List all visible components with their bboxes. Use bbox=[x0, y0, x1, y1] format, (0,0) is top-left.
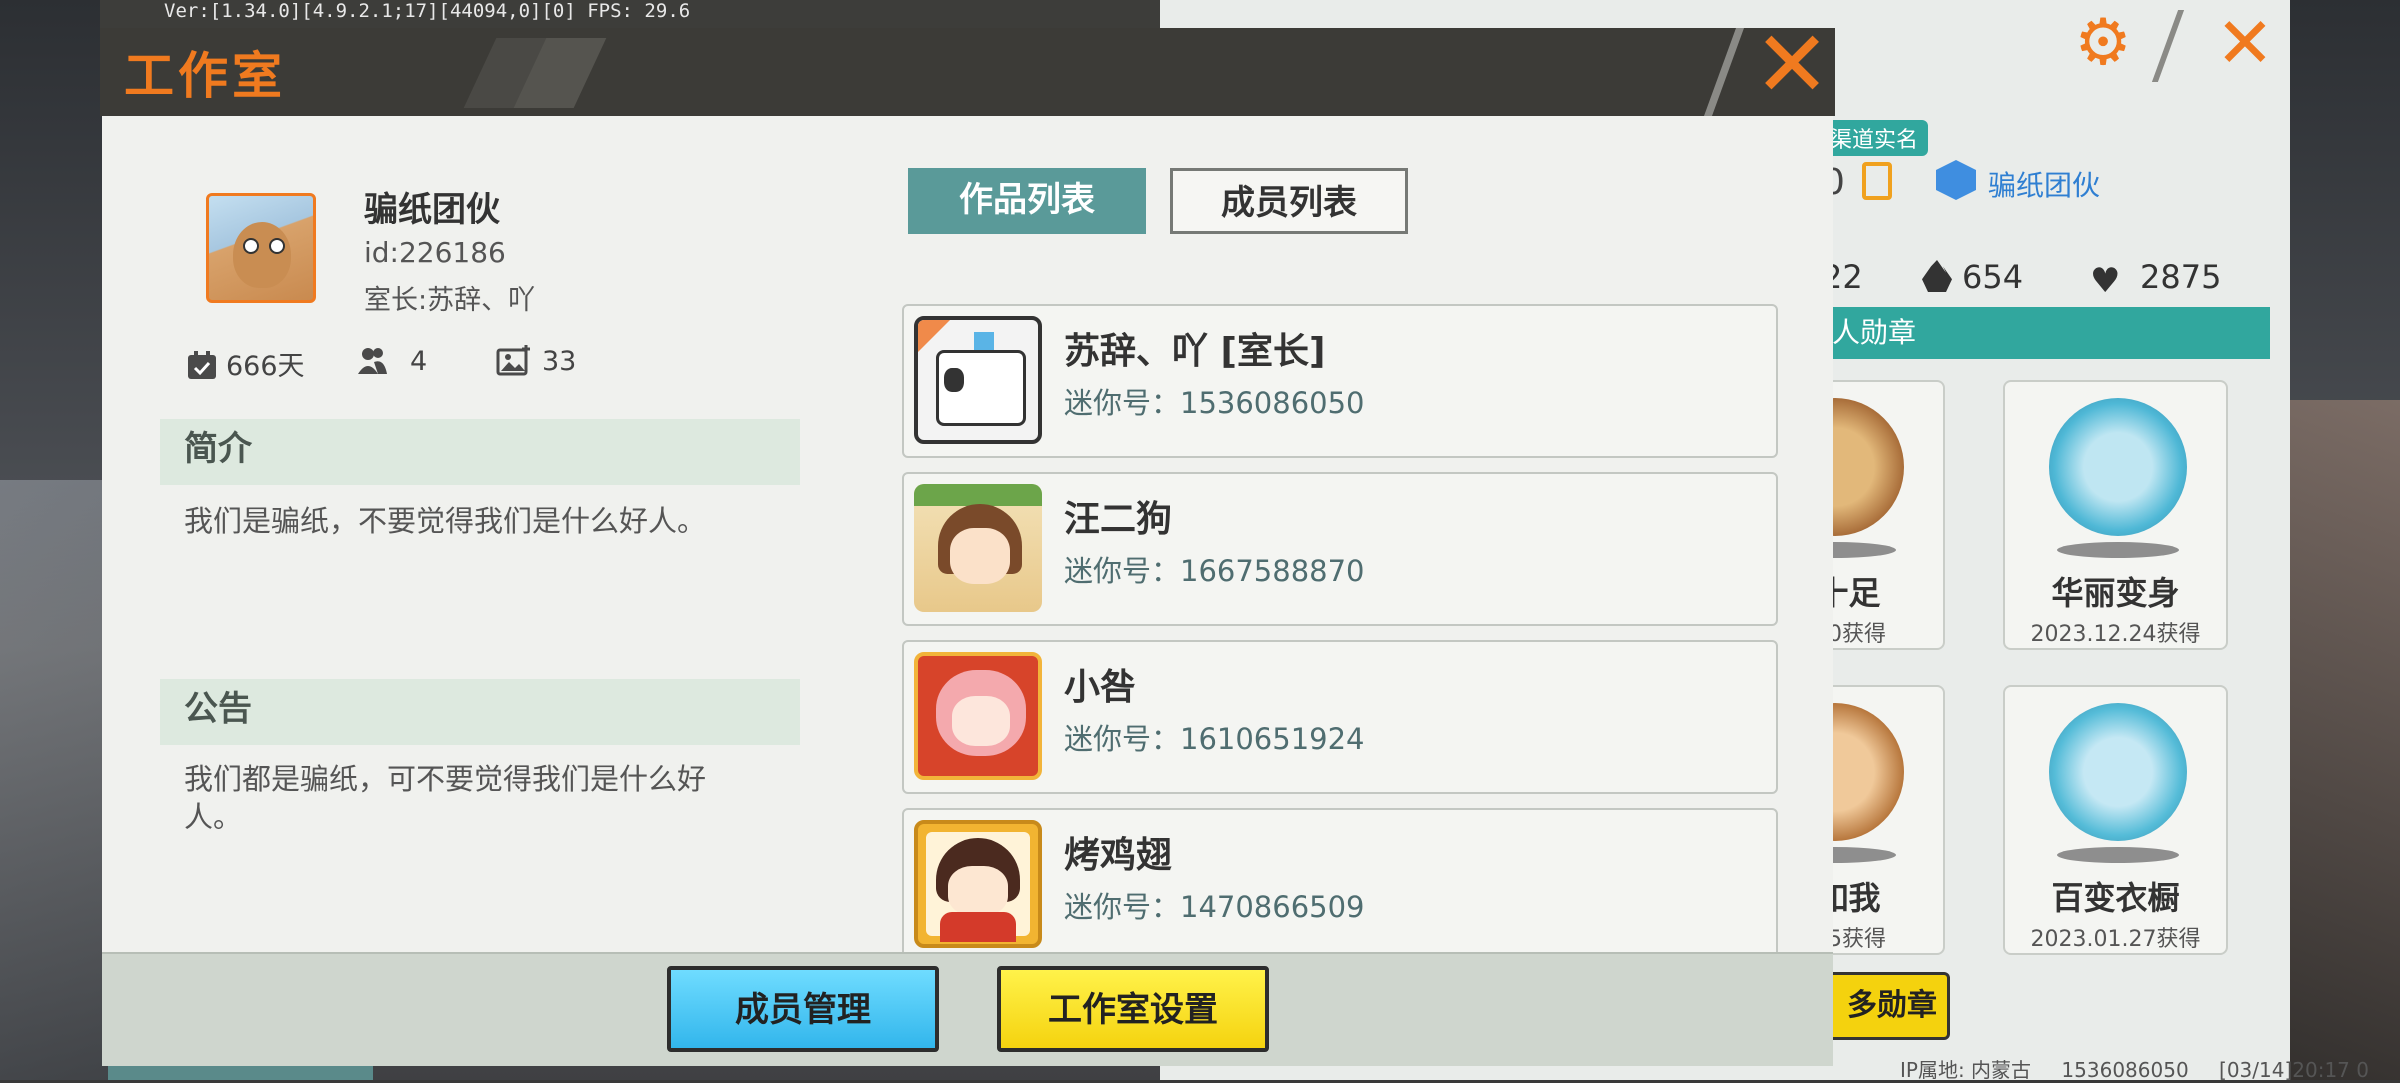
member-manage-button[interactable]: 成员管理 bbox=[667, 966, 939, 1052]
medal-date: 2023.12.24获得 bbox=[2030, 622, 2201, 647]
member-mini-id: 迷你号：1470866509 bbox=[1064, 890, 1365, 924]
profile-footer: IP属地: 内蒙古 1536086050 [03/14]20:17 0 bbox=[1900, 1054, 2393, 1083]
ip-location: IP属地: 内蒙古 bbox=[1900, 1058, 2032, 1082]
stat-days: 666天 bbox=[186, 344, 305, 383]
hearts-icon: ♥ bbox=[2090, 261, 2121, 301]
member-mini-id: 迷你号：1667588870 bbox=[1064, 554, 1365, 588]
realname-badge: 渠道实名 bbox=[1820, 120, 1929, 156]
team-leader: 室长:苏辞、吖 bbox=[364, 285, 536, 316]
footer-id: 1536086050 bbox=[2061, 1058, 2189, 1082]
team-avatar bbox=[206, 193, 316, 303]
dialog-titlebar: 工作室 ✕ bbox=[100, 19, 1835, 116]
member-name: 烤鸡翅 bbox=[1064, 835, 1173, 876]
dialog-title: 工作室 bbox=[124, 47, 286, 105]
medal-date: 2023.01.27获得 bbox=[2030, 927, 2201, 952]
member-name: 苏辞、吖 [室长] bbox=[1064, 331, 1326, 372]
intro-text: 我们是骗纸，不要觉得我们是什么好人。 bbox=[184, 504, 707, 538]
medal-icon bbox=[2049, 398, 2187, 536]
medal-name: 百变衣橱 bbox=[2051, 879, 2180, 917]
close-icon[interactable]: ✕ bbox=[2210, 8, 2280, 78]
member-row[interactable]: 烤鸡翅 迷你号：1470866509 bbox=[902, 808, 1778, 962]
fire-icon bbox=[1922, 260, 1952, 292]
members-icon bbox=[356, 344, 388, 376]
tab-works[interactable]: 作品列表 bbox=[908, 168, 1146, 234]
dialog-body: 骗纸团伙 id:226186 室长:苏辞、吖 666天 4 33 简介 我们是骗… bbox=[102, 116, 1833, 962]
avatar-detail bbox=[952, 696, 1010, 746]
avatar-detail bbox=[948, 866, 1008, 916]
document-icon bbox=[1862, 162, 1892, 200]
studio-dialog: 工作室 ✕ 骗纸团伙 id:226186 室长:苏辞、吖 666天 4 33 简… bbox=[100, 19, 1835, 1066]
background-scenery-right bbox=[2280, 400, 2400, 1080]
avatar-face bbox=[233, 222, 291, 288]
avatar-detail bbox=[914, 484, 1042, 506]
member-avatar bbox=[914, 484, 1042, 612]
stat-works: 33 bbox=[496, 344, 576, 377]
member-avatar bbox=[914, 820, 1042, 948]
footer-time: [03/14]20:17 0 bbox=[2219, 1058, 2369, 1082]
member-avatar bbox=[914, 316, 1042, 444]
medal-shadow bbox=[2057, 847, 2179, 863]
profile-team-link[interactable]: 骗纸团伙 bbox=[1988, 164, 2100, 204]
tab-members[interactable]: 成员列表 bbox=[1170, 168, 1408, 234]
medal-card[interactable]: 华丽变身 2023.12.24获得 bbox=[2003, 380, 2228, 650]
profile-stat-hearts: ♥ 2875 bbox=[2090, 258, 2222, 301]
avatar-detail bbox=[940, 912, 1016, 942]
member-row[interactable]: 汪二狗 迷你号：1667588870 bbox=[902, 472, 1778, 626]
titlebar-separator bbox=[1703, 28, 1745, 116]
team-id: id:226186 bbox=[364, 236, 506, 269]
dialog-footer: 成员管理 工作室设置 bbox=[102, 952, 1833, 1066]
notice-heading: 公告 bbox=[160, 679, 800, 745]
member-name: 汪二狗 bbox=[1064, 499, 1173, 540]
member-row[interactable]: 苏辞、吖 [室长] 迷你号：1536086050 bbox=[902, 304, 1778, 458]
debug-overlay: Ver:[1.34.0][4.9.2.1;17][44094,0][0] FPS… bbox=[164, 0, 691, 22]
avatar-detail bbox=[944, 368, 964, 392]
avatar-eye bbox=[243, 238, 259, 254]
medal-header: 人勋章 bbox=[1820, 307, 2270, 359]
studio-settings-button[interactable]: 工作室设置 bbox=[997, 966, 1269, 1052]
notice-text: 我们都是骗纸，可不要觉得我们是什么好人。 bbox=[184, 762, 707, 834]
calendar-icon bbox=[186, 349, 218, 381]
profile-stat-fire: 654 bbox=[1922, 258, 2023, 296]
member-mini-id: 迷你号：1610651924 bbox=[1064, 722, 1365, 756]
medal-card[interactable]: 百变衣橱 2023.01.27获得 bbox=[2003, 685, 2228, 955]
member-avatar bbox=[914, 652, 1042, 780]
team-name: 骗纸团伙 bbox=[364, 190, 500, 230]
medal-shadow bbox=[2057, 542, 2179, 558]
more-medals-button[interactable]: 多勋章 bbox=[1830, 972, 1950, 1040]
member-name: 小咎 bbox=[1064, 667, 1137, 708]
close-icon[interactable]: ✕ bbox=[1750, 19, 1834, 111]
image-icon bbox=[496, 344, 530, 376]
avatar-eye bbox=[269, 238, 285, 254]
member-row[interactable]: 小咎 迷你号：1610651924 bbox=[902, 640, 1778, 794]
avatar-detail bbox=[950, 528, 1010, 584]
medal-icon bbox=[2049, 703, 2187, 841]
stat-members: 4 bbox=[356, 344, 427, 377]
intro-heading: 简介 bbox=[160, 419, 800, 485]
medal-name: 华丽变身 bbox=[2051, 574, 2180, 612]
gear-icon[interactable]: ⚙ bbox=[2070, 10, 2136, 76]
member-mini-id: 迷你号：1536086050 bbox=[1064, 386, 1365, 420]
